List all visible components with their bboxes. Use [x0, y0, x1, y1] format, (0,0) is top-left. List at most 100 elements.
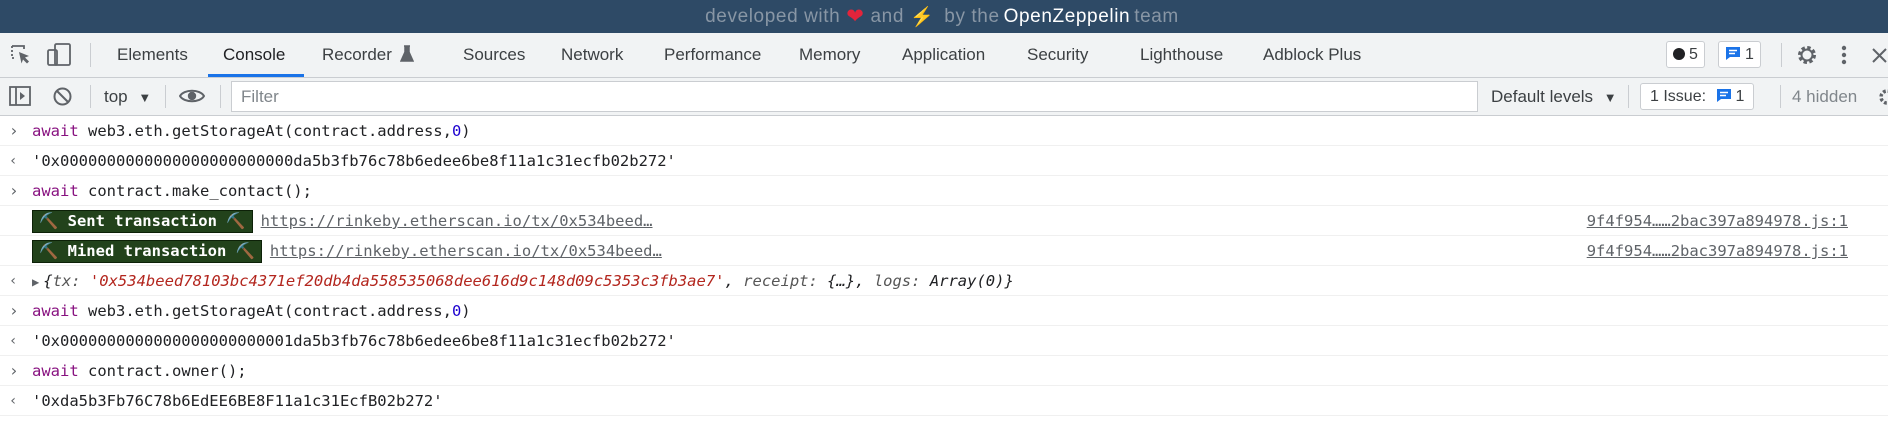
console-result-row[interactable]: ‹ ▶ {tx: '0x534beed78103bc4371ef20db4da55…: [0, 266, 1888, 296]
mined-transaction-badge: ⛏️ Mined transaction ⛏️: [32, 240, 262, 263]
tab-recorder[interactable]: Recorder: [322, 33, 392, 77]
etherscan-link[interactable]: https://rinkeby.etherscan.io/tx/0x534bee…: [261, 212, 653, 230]
log-levels-value: Default levels: [1491, 87, 1594, 106]
result-string: '0xda5b3Fb76C78b6EdEE6BE8F11a1c31EcfB02b…: [32, 392, 443, 410]
message-icon: [1726, 47, 1740, 60]
console-input-row[interactable]: › await contract.owner();: [0, 356, 1888, 386]
chevron-down-icon: ▼: [1603, 90, 1617, 105]
keyword: await: [32, 362, 79, 380]
toolbar-separator: [165, 85, 166, 108]
tab-security[interactable]: Security: [1027, 33, 1088, 77]
console-settings-gear-icon[interactable]: [1878, 87, 1888, 107]
number-literal: 0: [451, 302, 462, 320]
result-string: '0x0000000000000000000000001da5b3fb76c78…: [32, 332, 676, 350]
tab-performance[interactable]: Performance: [664, 33, 761, 77]
expand-triangle-icon[interactable]: ▶: [32, 275, 39, 289]
live-expression-eye-icon[interactable]: [179, 87, 205, 105]
tab-adblock-plus[interactable]: Adblock Plus: [1263, 33, 1361, 77]
active-tab-indicator: [208, 74, 304, 77]
filter-input[interactable]: Filter: [231, 81, 1478, 112]
number-literal: 0: [451, 122, 462, 140]
console-command: await web3.eth.getStorageAt(contract.add…: [32, 296, 471, 326]
console-input-row[interactable]: › await web3.eth.getStorageAt(contract.a…: [0, 296, 1888, 326]
message-count-button[interactable]: 1: [1718, 41, 1761, 68]
console-input-row[interactable]: › await web3.eth.getStorageAt(contract.a…: [0, 116, 1888, 146]
object-key: logs:: [873, 272, 921, 290]
banner-by-the: by the: [944, 5, 1000, 27]
lightning-icon: ⚡: [910, 6, 935, 28]
context-selector[interactable]: top ▼: [104, 78, 151, 115]
console-command: await web3.eth.getStorageAt(contract.add…: [32, 116, 471, 146]
console-output: › await web3.eth.getStorageAt(contract.a…: [0, 116, 1888, 423]
console-result-row: ‹ '0x0000000000000000000000000da5b3fb76c…: [0, 146, 1888, 176]
toolbar-separator: [1780, 85, 1781, 108]
banner-prefix: developed with: [705, 5, 841, 27]
result-string: '0x0000000000000000000000000da5b3fb76c78…: [32, 152, 676, 170]
message-count: 1: [1745, 46, 1754, 63]
log-levels-dropdown[interactable]: Default levels ▼: [1491, 78, 1617, 115]
source-location-link[interactable]: 9f4f954……2bac397a894978.js:1: [1587, 236, 1848, 266]
toolbar-separator: [90, 85, 91, 108]
object-key: tx:: [52, 272, 81, 290]
source-location-link[interactable]: 9f4f954……2bac397a894978.js:1: [1587, 206, 1848, 236]
error-dot-icon: [1673, 48, 1685, 60]
settings-gear-icon[interactable]: [1795, 43, 1819, 67]
chevron-down-icon: ▼: [138, 90, 152, 105]
object-value: {…}: [817, 272, 856, 290]
console-input-row[interactable]: › await contract.make_contact();: [0, 176, 1888, 206]
brace: {: [43, 272, 53, 290]
command-close: ): [461, 302, 471, 320]
device-toolbar-icon[interactable]: [46, 43, 72, 67]
console-command: await contract.owner();: [32, 356, 247, 386]
keyword: await: [32, 302, 79, 320]
close-icon[interactable]: [1871, 47, 1888, 64]
object-preview[interactable]: ▶ {tx: '0x534beed78103bc4371ef20db4da5585…: [32, 266, 1014, 297]
console-result-row: ‹ '0xda5b3Fb76C78b6EdEE6BE8F11a1c31EcfB0…: [0, 386, 1888, 416]
banner-brand: OpenZeppelin: [1003, 5, 1131, 27]
etherscan-link[interactable]: https://rinkeby.etherscan.io/tx/0x534bee…: [270, 242, 662, 260]
error-count: 5: [1689, 46, 1698, 63]
command-close: ): [461, 122, 471, 140]
heart-icon: ❤: [846, 5, 865, 28]
tab-network[interactable]: Network: [561, 33, 623, 77]
console-log-row: ⛏️ Mined transaction ⛏️ https://rinkeby.e…: [0, 236, 1888, 266]
command-text: web3.eth.getStorageAt(contract.address,: [78, 122, 452, 140]
command-text: contract.make_contact();: [78, 182, 312, 200]
clear-console-icon[interactable]: [52, 86, 73, 107]
log-message: ⛏️ Sent transaction ⛏️ https://rinkeby.et…: [32, 206, 653, 236]
input-prompt-icon: ›: [9, 361, 19, 380]
devtools-tabbar: Elements Console Recorder Sources Networ…: [0, 33, 1888, 78]
issues-label: 1 Issue:: [1650, 88, 1707, 105]
keyword: await: [32, 122, 79, 140]
console-log-row: ⛏️ Sent transaction ⛏️ https://rinkeby.et…: [0, 206, 1888, 236]
banner-and: and: [870, 5, 905, 27]
log-message: ⛏️ Mined transaction ⛏️ https://rinkeby.e…: [32, 236, 662, 266]
tab-application[interactable]: Application: [902, 33, 985, 77]
command-text: contract.owner();: [78, 362, 247, 380]
tab-lighthouse[interactable]: Lighthouse: [1140, 33, 1223, 77]
tabbar-separator-right: [1781, 43, 1782, 67]
tab-elements[interactable]: Elements: [117, 33, 188, 77]
issues-count: 1: [1735, 88, 1745, 105]
tab-console[interactable]: Console: [223, 33, 285, 77]
issues-button[interactable]: 1 Issue: 1: [1640, 83, 1755, 110]
console-command: await contract.make_contact();: [32, 176, 312, 206]
banner-suffix: team: [1134, 5, 1179, 27]
tab-sources[interactable]: Sources: [463, 33, 525, 77]
context-value: top: [104, 87, 128, 106]
tab-memory[interactable]: Memory: [799, 33, 860, 77]
inspect-element-icon[interactable]: [9, 43, 33, 67]
input-prompt-icon: ›: [9, 301, 19, 320]
input-prompt-icon: ›: [9, 121, 19, 140]
tabbar-separator: [90, 43, 91, 67]
result-arrow-icon: ‹: [9, 153, 18, 169]
object-value: '0x534beed78103bc4371ef20db4da558535068d…: [89, 272, 725, 290]
console-result-row: ‹ '0x0000000000000000000000001da5b3fb76c…: [0, 326, 1888, 356]
sidebar-toggle-icon[interactable]: [9, 86, 31, 106]
separator: ,: [855, 272, 874, 290]
object-value: Array(0): [920, 272, 1005, 290]
more-options-icon[interactable]: [1839, 43, 1849, 67]
object-key: receipt:: [743, 272, 818, 290]
error-count-button[interactable]: 5: [1666, 41, 1705, 68]
result-arrow-icon: ‹: [9, 393, 18, 409]
